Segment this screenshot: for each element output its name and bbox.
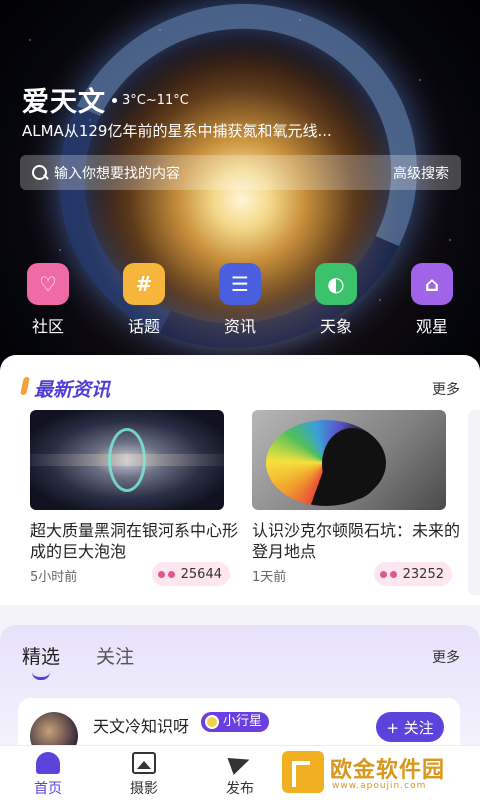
view-count: 25644 xyxy=(180,566,222,582)
search-bar[interactable]: 输入你想要找的内容 高级搜索 xyxy=(20,155,461,190)
binoculars-icon xyxy=(379,569,397,580)
title-accent-bar xyxy=(20,377,30,395)
article-time: 1天前 xyxy=(252,570,287,585)
category-community[interactable]: ♡ 社区 xyxy=(18,263,78,337)
feed-more-link[interactable]: 更多 xyxy=(432,647,460,667)
nav-publish[interactable]: 发布 xyxy=(210,752,270,798)
category-sky-events[interactable]: ◐ 天象 xyxy=(306,263,366,337)
bubble-shape xyxy=(108,428,146,492)
article-time: 5小时前 xyxy=(30,570,78,585)
news-card[interactable]: 认识沙克尔顿陨石坑：未来的登月地点 1天前 23252 xyxy=(242,410,460,595)
hero-headline[interactable]: ALMA从129亿年前的星系中捕获氮和氧元线... xyxy=(22,120,422,141)
article-headline: 认识沙克尔顿陨石坑：未来的登月地点 xyxy=(252,521,461,561)
advanced-search-button[interactable]: 高级搜索 xyxy=(393,163,449,183)
nav-label: 发布 xyxy=(226,781,254,797)
news-title: 最新资讯 xyxy=(34,379,111,401)
level-badge: 小行星 xyxy=(201,712,270,732)
category-label: 观星 xyxy=(415,317,448,336)
crater-shadow xyxy=(322,428,382,500)
app-title: 爱天文 xyxy=(22,87,106,118)
nav-home[interactable]: 首页 xyxy=(18,752,78,798)
category-label: 话题 xyxy=(127,317,160,336)
send-icon xyxy=(228,752,252,774)
feed-section: 精选 关注 更多 天文冷知识呀 小行星 + 关注 xyxy=(0,625,480,760)
news-card[interactable]: 超大质量黑洞在银河系中心形成的巨大泡泡 5小时前 25644 xyxy=(20,410,238,595)
palette-icon: ◐ xyxy=(315,263,357,305)
category-label: 天象 xyxy=(319,317,352,336)
category-news[interactable]: ☰ 资讯 xyxy=(210,263,270,337)
nav-label: 首页 xyxy=(34,781,62,797)
nav-photography[interactable]: 摄影 xyxy=(114,752,174,798)
article-thumbnail xyxy=(252,410,446,510)
planet-icon xyxy=(205,715,219,729)
temperature-range: 3°C~11°C xyxy=(122,93,189,108)
watermark-logo-icon xyxy=(282,751,324,793)
view-count-badge: 23252 xyxy=(373,562,452,586)
image-icon xyxy=(132,752,156,774)
observatory-icon: ⌂ xyxy=(411,263,453,305)
news-more-link[interactable]: 更多 xyxy=(432,379,460,399)
search-input[interactable]: 输入你想要找的内容 xyxy=(54,163,393,183)
category-stargazing[interactable]: ⌂ 观星 xyxy=(402,263,462,337)
hashtag-icon: # xyxy=(123,263,165,305)
watermark: 欧金软件园 www.apoujin.com xyxy=(278,748,476,796)
watermark-url: www.apoujin.com xyxy=(332,781,427,791)
category-topics[interactable]: # 话题 xyxy=(114,263,174,337)
news-card-peek[interactable] xyxy=(468,410,480,595)
binoculars-icon xyxy=(157,569,175,580)
article-headline: 超大质量黑洞在银河系中心形成的巨大泡泡 xyxy=(30,521,239,561)
view-count-badge: 25644 xyxy=(151,562,230,586)
category-label: 资讯 xyxy=(223,317,256,336)
post-author[interactable]: 天文冷知识呀 xyxy=(93,713,189,737)
bullet-icon xyxy=(112,98,117,103)
home-icon xyxy=(36,752,60,774)
badge-label: 小行星 xyxy=(223,714,263,729)
tab-indicator xyxy=(32,672,50,680)
tab-following[interactable]: 关注 xyxy=(96,642,134,669)
balloon-icon: ♡ xyxy=(27,263,69,305)
tab-featured[interactable]: 精选 xyxy=(22,642,60,669)
search-icon xyxy=(32,164,48,181)
category-row: ♡ 社区 # 话题 ☰ 资讯 ◐ 天象 ⌂ 观星 xyxy=(0,263,480,339)
view-count: 23252 xyxy=(402,566,444,582)
news-icon: ☰ xyxy=(219,263,261,305)
news-section: 最新资讯 更多 超大质量黑洞在银河系中心形成的巨大泡泡 5小时前 25644 认… xyxy=(0,355,480,605)
category-label: 社区 xyxy=(31,317,64,336)
article-thumbnail xyxy=(30,410,224,510)
follow-button[interactable]: + 关注 xyxy=(376,712,444,742)
nav-label: 摄影 xyxy=(130,781,158,797)
watermark-title: 欧金软件园 xyxy=(330,758,446,783)
weather-text: 3°C~11°C xyxy=(112,93,189,108)
